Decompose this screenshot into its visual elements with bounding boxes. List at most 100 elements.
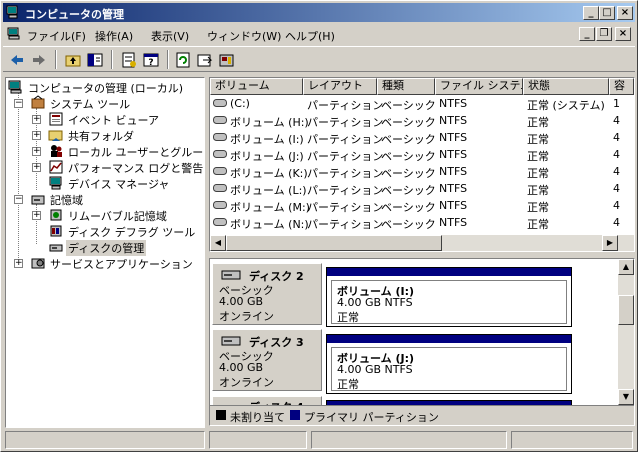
scroll-thumb[interactable] bbox=[226, 235, 442, 251]
properties-icon[interactable] bbox=[119, 51, 139, 69]
menu-window[interactable]: ウィンドウ(W) bbox=[207, 28, 281, 44]
mdi-restore-button[interactable]: ❐ bbox=[596, 27, 612, 41]
volume-icon bbox=[213, 150, 227, 158]
list-item[interactable]: ボリューム (M:) パーティション ベーシック NTFS 正常 4 bbox=[210, 197, 620, 214]
cell-type: ベーシック bbox=[381, 167, 436, 180]
list-item[interactable]: ボリューム (I:) パーティション ベーシック NTFS 正常 4 bbox=[210, 129, 620, 146]
disk-icon bbox=[221, 270, 241, 280]
computer-management-icon bbox=[6, 5, 18, 19]
column-volume[interactable]: ボリューム bbox=[210, 78, 303, 95]
tree-label: デバイス マネージャ bbox=[68, 178, 170, 191]
column-capacity[interactable]: 容 bbox=[609, 78, 634, 95]
export-icon[interactable] bbox=[195, 51, 215, 69]
status-panel bbox=[5, 431, 205, 449]
cell-layout: パーティション bbox=[307, 150, 384, 163]
list-item[interactable]: ボリューム (L:) パーティション ベーシック NTFS 正常 4 bbox=[210, 180, 620, 197]
status-panel bbox=[511, 431, 633, 449]
list-item[interactable]: ボリューム (J:) パーティション ベーシック NTFS 正常 4 bbox=[210, 146, 620, 163]
cell-volume: ボリューム (H:) bbox=[230, 116, 309, 129]
cell-capacity: 4 bbox=[613, 216, 620, 229]
menu-help[interactable]: ヘルプ(H) bbox=[285, 28, 335, 44]
partition-i[interactable]: ボリューム (I:) 4.00 GB NTFS 正常 bbox=[326, 267, 572, 327]
cell-type: ベーシック bbox=[381, 133, 436, 146]
services-apps-icon bbox=[31, 258, 45, 269]
expand-icon[interactable]: + bbox=[32, 115, 41, 124]
cell-status: 正常 bbox=[527, 133, 549, 146]
cell-type: ベーシック bbox=[381, 150, 436, 163]
collapse-icon[interactable]: − bbox=[14, 99, 23, 108]
disk-state: オンライン bbox=[219, 310, 274, 323]
tree-label: コンピュータの管理 (ローカル) bbox=[28, 82, 184, 95]
cell-layout: パーティション bbox=[307, 184, 384, 197]
cell-capacity: 4 bbox=[613, 182, 620, 195]
list-item[interactable]: (C:) パーティション ベーシック NTFS 正常 (システム) 1 bbox=[210, 95, 620, 112]
toolbar-separator bbox=[55, 50, 57, 69]
mdi-minimize-button[interactable]: _ bbox=[579, 27, 595, 41]
column-status[interactable]: 状態 bbox=[523, 78, 609, 95]
list-item[interactable]: ボリューム (K:) パーティション ベーシック NTFS 正常 4 bbox=[210, 163, 620, 180]
partition-status: 正常 bbox=[337, 378, 359, 391]
console-icon[interactable] bbox=[7, 27, 21, 40]
column-type[interactable]: 種類 bbox=[377, 78, 435, 95]
cell-volume: (C:) bbox=[230, 97, 250, 110]
cell-capacity: 4 bbox=[613, 165, 620, 178]
collapse-icon[interactable]: − bbox=[14, 195, 23, 204]
scroll-right-button[interactable]: ▶ bbox=[602, 235, 618, 251]
forward-icon[interactable] bbox=[29, 51, 49, 69]
scroll-thumb[interactable] bbox=[618, 295, 634, 325]
cell-status: 正常 bbox=[527, 201, 549, 214]
column-layout[interactable]: レイアウト bbox=[303, 78, 377, 95]
cell-fs: NTFS bbox=[439, 131, 468, 144]
up-folder-icon[interactable] bbox=[63, 51, 83, 69]
cell-fs: NTFS bbox=[439, 182, 468, 195]
menu-file[interactable]: ファイル(F) bbox=[27, 28, 86, 44]
show-hide-tree-icon[interactable] bbox=[85, 51, 105, 69]
cell-capacity: 4 bbox=[613, 131, 620, 144]
expand-icon[interactable]: + bbox=[14, 259, 23, 268]
tree-label: パフォーマンス ログと警告 bbox=[68, 162, 204, 175]
vertical-scrollbar[interactable]: ▲ ▼ bbox=[618, 259, 634, 409]
column-filesystem[interactable]: ファイル システム bbox=[435, 78, 523, 95]
maximize-button[interactable]: □ bbox=[599, 6, 615, 20]
back-icon[interactable] bbox=[7, 51, 27, 69]
help-icon[interactable]: ? bbox=[141, 51, 161, 69]
disk-icon bbox=[221, 336, 241, 346]
cell-volume: ボリューム (L:) bbox=[230, 184, 307, 197]
close-button[interactable]: × bbox=[617, 6, 633, 20]
partition-status: 正常 bbox=[337, 311, 359, 324]
disk-2-info[interactable]: ディスク 2 ベーシック 4.00 GB オンライン bbox=[212, 263, 322, 325]
device-manager-icon bbox=[49, 176, 62, 190]
expand-icon[interactable]: + bbox=[32, 131, 41, 140]
horizontal-scrollbar[interactable]: ◀ ▶ bbox=[210, 235, 634, 251]
volume-icon bbox=[213, 218, 227, 226]
cell-status: 正常 (システム) bbox=[527, 99, 605, 112]
list-item[interactable]: ボリューム (H:) パーティション ベーシック NTFS 正常 4 bbox=[210, 112, 620, 129]
menu-action[interactable]: 操作(A) bbox=[95, 28, 133, 44]
scroll-up-button[interactable]: ▲ bbox=[618, 259, 634, 275]
primary-partition-bar bbox=[327, 335, 571, 343]
partition-j[interactable]: ボリューム (J:) 4.00 GB NTFS 正常 bbox=[326, 334, 572, 394]
tree-label: ディスクの管理 bbox=[66, 240, 147, 256]
menu-view[interactable]: 表示(V) bbox=[151, 28, 189, 44]
toolbar-separator bbox=[111, 50, 113, 69]
cell-status: 正常 bbox=[527, 167, 549, 180]
primary-partition-bar bbox=[327, 268, 571, 276]
mdi-close-button[interactable]: × bbox=[615, 27, 631, 41]
wizard-icon[interactable] bbox=[217, 51, 237, 69]
expand-icon[interactable]: + bbox=[32, 211, 41, 220]
volume-icon bbox=[213, 167, 227, 175]
minimize-button[interactable]: _ bbox=[583, 6, 599, 20]
list-item[interactable]: ボリューム (N:) パーティション ベーシック NTFS 正常 4 bbox=[210, 214, 620, 231]
scroll-left-button[interactable]: ◀ bbox=[210, 235, 226, 251]
title-bar[interactable]: コンピュータの管理 _ □ × bbox=[3, 3, 635, 22]
tree-label: 共有フォルダ bbox=[68, 130, 134, 143]
cell-volume: ボリューム (K:) bbox=[230, 167, 308, 180]
volume-icon bbox=[213, 99, 227, 107]
scroll-down-button[interactable]: ▼ bbox=[618, 389, 634, 405]
refresh-icon[interactable] bbox=[173, 51, 193, 69]
partition-details: ボリューム (I:) 4.00 GB NTFS 正常 bbox=[331, 280, 567, 324]
disk-3-info[interactable]: ディスク 3 ベーシック 4.00 GB オンライン bbox=[212, 329, 322, 391]
expand-icon[interactable]: + bbox=[32, 147, 41, 156]
performance-logs-icon bbox=[49, 160, 63, 174]
expand-icon[interactable]: + bbox=[32, 163, 41, 172]
